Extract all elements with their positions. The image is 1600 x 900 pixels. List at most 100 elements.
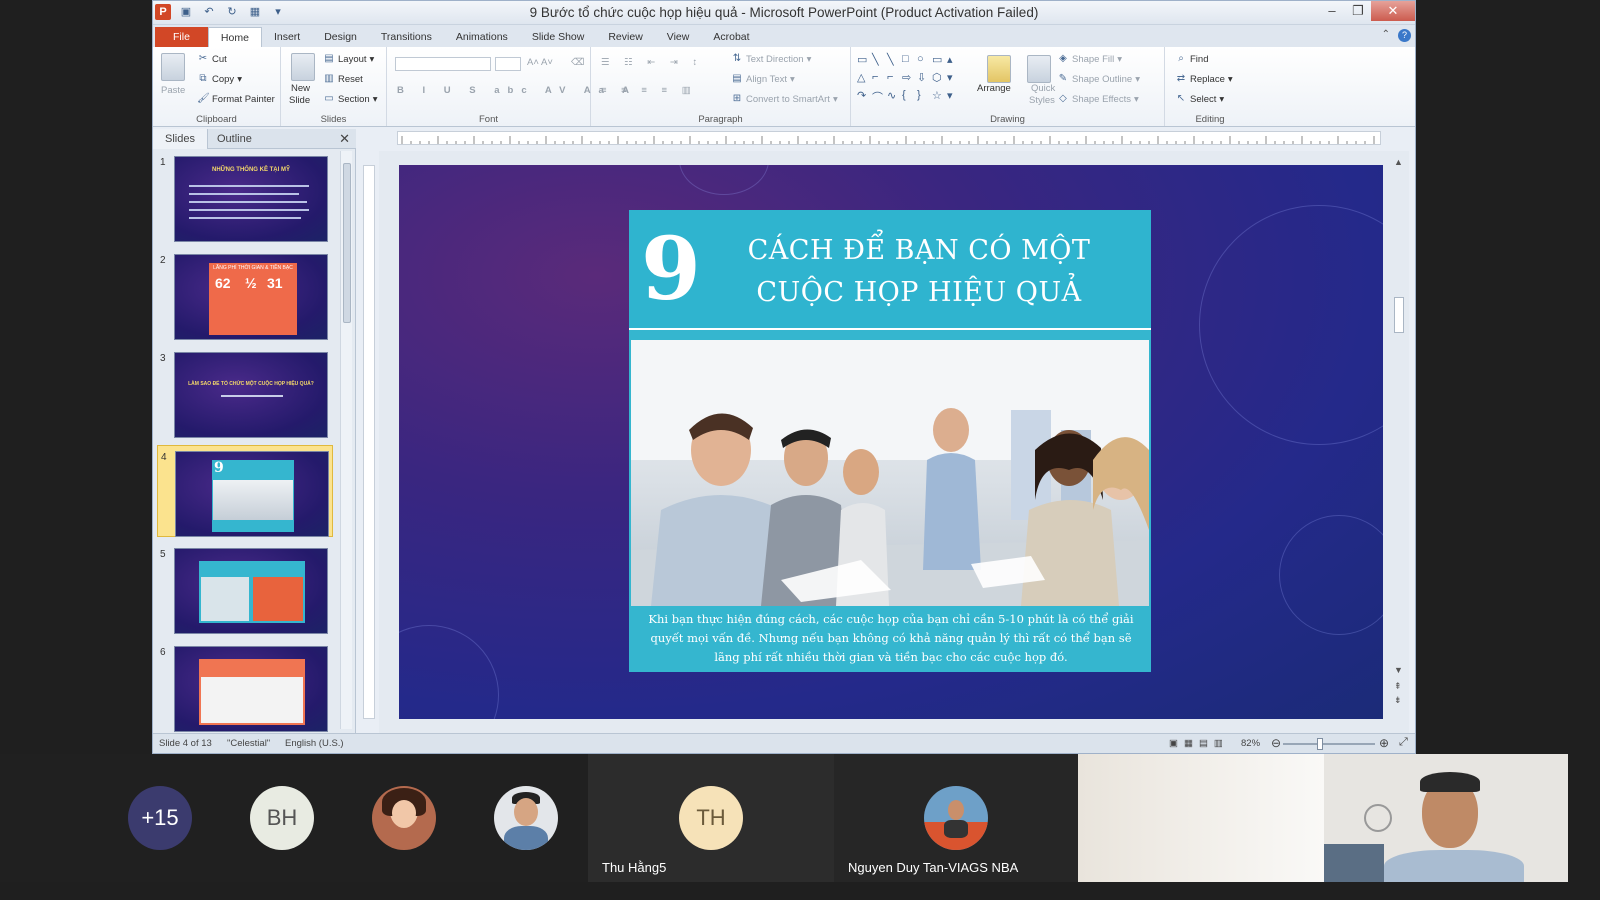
new-slide-label[interactable]: New [291, 83, 310, 94]
decor-ring [1279, 515, 1383, 635]
decor-ring [399, 625, 499, 719]
zoom-level[interactable]: 82% [1241, 738, 1260, 749]
scroll-down-icon[interactable]: ▼ [1394, 665, 1403, 675]
cut-button[interactable]: ✂ Cut [197, 53, 227, 65]
thumb-preview [174, 548, 328, 634]
horizontal-ruler [397, 131, 1381, 145]
layout-button[interactable]: ▤ Layout ▾ [323, 53, 374, 65]
tab-slides-pane[interactable]: Slides [153, 129, 208, 149]
minimize-ribbon-icon[interactable]: ⌃ [1382, 29, 1390, 42]
slide-editing-area: 9 CÁCH ĐỂ BẠN CÓ MỘT CUỘC HỌP HIỆU QUẢ K… [379, 151, 1409, 733]
current-slide[interactable]: 9 CÁCH ĐỂ BẠN CÓ MỘT CUỘC HỌP HIỆU QUẢ K… [399, 165, 1383, 719]
tab-transitions[interactable]: Transitions [369, 27, 444, 47]
title-bar: P ▣ ↶ ↻ ▦ ▾ 9 Bước tổ chức cuộc họp hiệu… [153, 1, 1415, 25]
slide-thumbnail-1[interactable]: 1 NHỮNG THỐNG KÊ TẠI MỸ [157, 151, 333, 243]
section-button[interactable]: ▭ Section ▾ [323, 93, 377, 105]
slides-pane-scrollbar[interactable] [340, 151, 352, 729]
scroll-thumb[interactable] [1394, 297, 1404, 333]
participant-tile-nguyen[interactable]: Nguyen Duy Tan-VIAGS NBA [834, 754, 1078, 882]
scroll-up-icon[interactable]: ▲ [1394, 157, 1403, 167]
participant-video-speaker[interactable] [1324, 754, 1568, 882]
participant-avatar-photo-man[interactable] [494, 786, 558, 850]
clear-format-icon[interactable]: ⌫ [571, 57, 584, 68]
shape-effects-button[interactable]: ◇ Shape Effects ▾ [1057, 93, 1139, 105]
arrange-icon[interactable] [987, 55, 1011, 83]
new-slide-icon[interactable] [291, 53, 315, 81]
tab-home[interactable]: Home [207, 27, 262, 47]
shape-outline-button[interactable]: ✎ Shape Outline ▾ [1057, 73, 1140, 85]
replace-button[interactable]: ⇄ Replace ▾ [1175, 73, 1233, 85]
tab-design[interactable]: Design [312, 27, 369, 47]
select-button[interactable]: ↖ Select ▾ [1175, 93, 1224, 105]
thumb-value-2: ½ [245, 275, 257, 291]
shape-fill-button[interactable]: ◈ Shape Fill ▾ [1057, 53, 1122, 65]
convert-smartart-button[interactable]: ⊞ Convert to SmartArt ▾ [731, 93, 838, 105]
zoom-out-icon[interactable]: ⊖ [1271, 736, 1281, 750]
zoom-in-icon[interactable]: ⊕ [1379, 736, 1389, 750]
font-size-select[interactable] [495, 57, 521, 71]
shapes-gallery[interactable]: ▭ ╲ ╲ □ ○ ▭ ▴ △ ⌐ ⌐ ⇨ ⇩ ⬡ ▾ ↷ ⌒ ∿{} ☆ ▾ [857, 53, 967, 107]
help-icon[interactable]: ? [1398, 29, 1411, 42]
slide-thumbnail-6[interactable]: 6 [157, 641, 333, 733]
fit-slide-icon[interactable]: ⤢ [1399, 736, 1408, 749]
next-slide-icon[interactable]: ⇟ [1394, 695, 1402, 706]
meeting-participant-bar: +15 BH TH Thu Hằng5 Nguyen Duy Tan-VIAGS… [0, 754, 1568, 882]
close-button[interactable]: ✕ [1371, 1, 1415, 21]
align-text-button[interactable]: ▤ Align Text ▾ [731, 73, 795, 85]
slides-pane: 1 NHỮNG THỐNG KÊ TẠI MỸ 2 LÃNG PHÍ THỜI … [153, 149, 356, 733]
text-direction-button[interactable]: ⇅ Text Direction ▾ [731, 53, 812, 65]
new-slide-label2[interactable]: Slide [289, 95, 310, 106]
scrollbar-thumb[interactable] [343, 163, 351, 323]
participant-avatar-th: TH [679, 786, 743, 850]
reset-button[interactable]: ▥ Reset [323, 73, 363, 85]
tab-review[interactable]: Review [596, 27, 654, 47]
tab-file[interactable]: File [155, 27, 208, 47]
participant-tile-thu-hang[interactable]: TH Thu Hằng5 [588, 754, 834, 882]
ruler-ticks [401, 136, 1375, 144]
quick-styles-icon[interactable] [1027, 55, 1051, 83]
quick-styles-label2[interactable]: Styles [1029, 95, 1055, 106]
slide-scrollbar[interactable]: ▲ ▼ ⇞ ⇟ [1393, 157, 1405, 717]
paste-icon[interactable] [161, 53, 185, 81]
tab-insert[interactable]: Insert [262, 27, 312, 47]
previous-slide-icon[interactable]: ⇞ [1394, 681, 1402, 692]
slide-number-nine: 9 [641, 219, 701, 320]
participant-avatar-photo-woman[interactable] [372, 786, 436, 850]
participant-avatar-bh[interactable]: BH [250, 786, 314, 850]
copy-icon: ⧉ [199, 73, 207, 84]
tab-slide-show[interactable]: Slide Show [520, 27, 597, 47]
grow-font-icon[interactable]: A˄ A˅ [527, 57, 553, 68]
tab-view[interactable]: View [655, 27, 702, 47]
minimize-button[interactable]: – [1319, 1, 1345, 21]
maximize-button[interactable]: ❐ [1345, 1, 1371, 21]
tab-outline-pane[interactable]: Outline [205, 129, 264, 149]
section-icon: ▭ [324, 93, 334, 104]
tab-animations[interactable]: Animations [444, 27, 520, 47]
arrange-button[interactable]: Arrange [977, 83, 1011, 94]
tab-acrobat[interactable]: Acrobat [701, 27, 761, 47]
wall-clock [1364, 804, 1392, 832]
slide-thumbnail-4[interactable]: 4 9 [157, 445, 333, 537]
slide-content-card[interactable]: 9 CÁCH ĐỂ BẠN CÓ MỘT CUỘC HỌP HIỆU QUẢ K… [629, 210, 1151, 672]
zoom-slider-knob[interactable] [1317, 738, 1323, 750]
slide-thumbnail-2[interactable]: 2 LÃNG PHÍ THỜI GIAN & TIỀN BẠC 62 ½ 31 [157, 249, 333, 341]
format-painter-button[interactable]: 🖌 Format Painter [197, 93, 275, 105]
quick-styles-label[interactable]: Quick [1031, 83, 1055, 94]
paste-button[interactable]: Paste [161, 85, 185, 96]
zoom-slider[interactable] [1283, 743, 1375, 745]
more-participants-badge[interactable]: +15 [128, 786, 192, 850]
view-buttons[interactable]: ▣▦▤▥ [1169, 738, 1229, 749]
slide-thumbnail-5[interactable]: 5 [157, 543, 333, 635]
slide-thumbnail-3[interactable]: 3 LÀM SAO ĐỂ TỔ CHỨC MỘT CUỘC HỌP HIỆU Q… [157, 347, 333, 439]
align-buttons[interactable]: ≡ ≡ ≡ ≡ ▥ [601, 85, 697, 96]
list-buttons[interactable]: ☰ ☷ ⇤ ⇥ ↕ [601, 57, 703, 68]
copy-button[interactable]: ⧉ Copy ▾ [197, 73, 242, 85]
group-font: A˄ A˅ ⌫ B I U S abc AV Aa A Font [387, 47, 629, 126]
group-label-slides: Slides [320, 114, 347, 125]
language-status[interactable]: English (U.S.) [285, 738, 344, 749]
find-button[interactable]: ⌕ Find [1175, 53, 1208, 65]
participant-video-bright[interactable] [1078, 754, 1324, 882]
thumb-number: 5 [160, 549, 166, 560]
close-pane-icon[interactable]: ✕ [339, 131, 350, 147]
font-family-select[interactable] [395, 57, 491, 71]
